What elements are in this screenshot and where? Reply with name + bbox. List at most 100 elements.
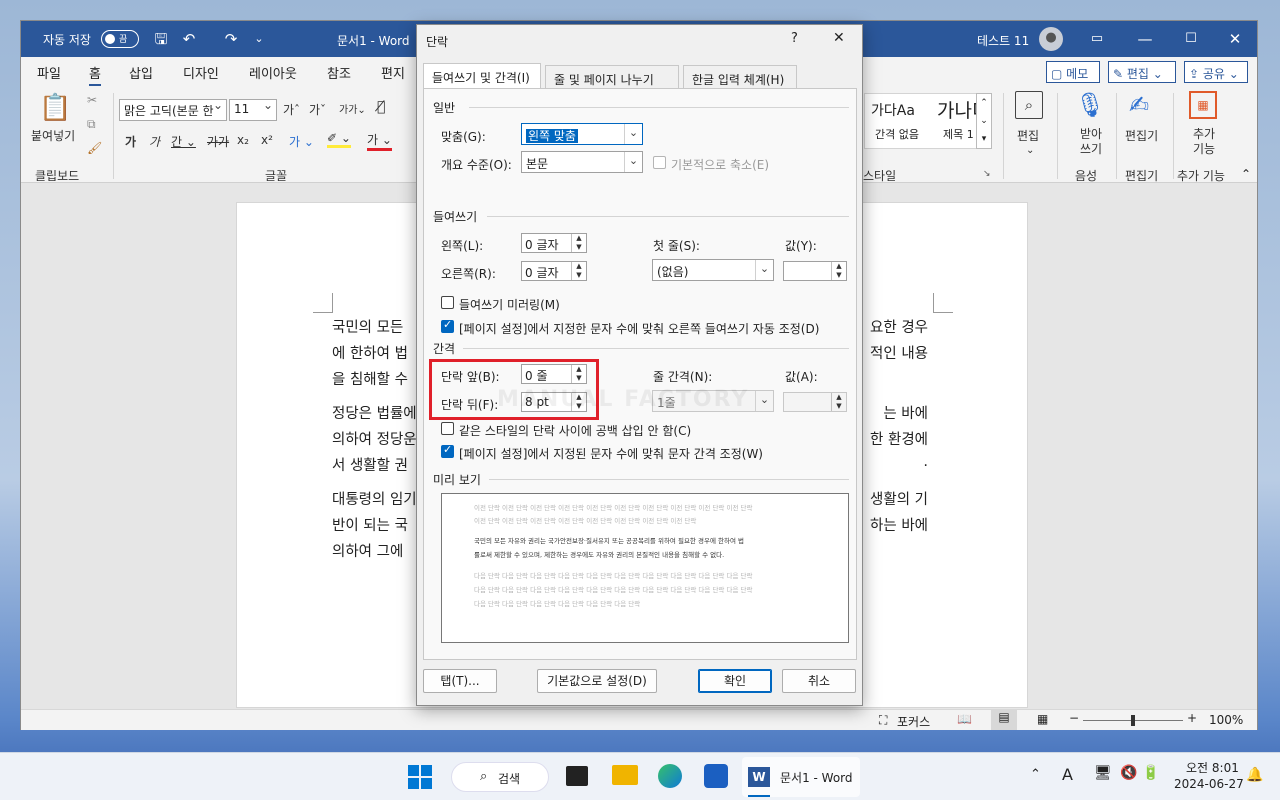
line-spacing-at-spinner[interactable]: ▲ ▼ (783, 392, 847, 412)
ime-icon[interactable]: A (1062, 765, 1073, 784)
start-icon[interactable] (408, 765, 432, 789)
alignment-select[interactable]: 왼쪽 맞춤 ⌄ (521, 123, 643, 145)
shrink-font-icon[interactable]: 가ˇ (309, 101, 326, 118)
minimize-icon[interactable]: — (1135, 29, 1155, 49)
menu-file[interactable]: 파일 (37, 63, 61, 82)
strikethrough-icon[interactable]: 가가 (207, 133, 229, 150)
menu-home[interactable]: 홈 (89, 63, 101, 86)
addins-button[interactable]: 추가 기능 (1189, 127, 1219, 157)
subscript-icon[interactable]: x₂ (237, 133, 249, 147)
paste-button[interactable]: 붙여넣기 (31, 127, 75, 144)
italic-icon[interactable]: 가 (149, 133, 160, 150)
redo-icon[interactable]: ↷ (221, 29, 241, 49)
outline-level-select[interactable]: 본문 ⌄ (521, 151, 643, 173)
snap-to-grid-checkbox[interactable] (441, 443, 454, 458)
undo-icon[interactable]: ↶ (179, 29, 199, 49)
highlight-icon[interactable]: ✐ ⌄ (327, 131, 351, 148)
change-case-icon[interactable]: 가가⌄ (339, 101, 366, 116)
doc-line-left: 의하여 그에 (332, 544, 404, 560)
zoom-out-icon[interactable]: − (1069, 711, 1079, 725)
clock-time[interactable]: 오전 8:01 (1186, 759, 1239, 776)
zoom-in-icon[interactable]: + (1187, 711, 1197, 725)
tab-indents-spacing[interactable]: 들여쓰기 및 간격(I) (423, 63, 541, 89)
styles-launcher-icon[interactable]: ↘ (983, 169, 991, 179)
focus-label[interactable]: 포커스 (897, 713, 930, 730)
menu-design[interactable]: 디자인 (183, 63, 219, 82)
indent-left-spinner[interactable]: 0 글자 ▲ ▼ (521, 233, 587, 253)
indent-by-spinner[interactable]: ▲ ▼ (783, 261, 847, 281)
superscript-icon[interactable]: x² (261, 133, 273, 147)
font-color-icon[interactable]: 가 ⌄ (367, 131, 392, 151)
network-icon[interactable]: 🖥 (1094, 765, 1112, 781)
close-window-icon[interactable]: ✕ (1225, 29, 1245, 49)
help-button[interactable]: ? (791, 31, 798, 46)
set-default-button[interactable]: 기본값으로 설정(D) (537, 669, 657, 693)
cancel-button[interactable]: 취소 (782, 669, 856, 693)
ribbon-display-icon[interactable]: ▭ (1087, 29, 1107, 49)
volume-icon[interactable]: 🔇 (1120, 765, 1137, 781)
styles-scroll[interactable]: ⌃ ⌄ ▾ (976, 93, 992, 149)
format-painter-icon[interactable]: 🖌 (87, 141, 102, 155)
collapse-ribbon-icon[interactable]: ⌃ (1241, 167, 1251, 181)
menu-insert[interactable]: 삽입 (129, 63, 153, 82)
store-icon[interactable] (704, 764, 728, 788)
menu-references[interactable]: 참조 (327, 63, 351, 82)
styles-gallery[interactable]: 가다Aa 간격 없음 가나디 제목 1 (864, 93, 992, 149)
collapsed-default-checkbox[interactable] (653, 156, 666, 169)
maximize-icon[interactable]: ☐ (1181, 29, 1201, 49)
customize-qat-icon[interactable]: ⌄ (249, 29, 269, 49)
dialog-close-button[interactable]: ✕ (833, 30, 845, 46)
taskbar-word[interactable]: W 문서1 - Word (742, 757, 860, 797)
auto-right-indent-checkbox[interactable] (441, 318, 454, 333)
editor-icon[interactable]: ✍ (1129, 91, 1149, 119)
menu-mailings[interactable]: 편지 (381, 63, 405, 82)
menu-layout[interactable]: 레이아웃 (249, 63, 297, 82)
print-layout-icon[interactable]: ▤ (991, 710, 1017, 730)
edge-icon[interactable] (658, 764, 682, 788)
notification-icon[interactable]: 🔔 (1246, 767, 1263, 783)
bold-icon[interactable]: 가 (125, 133, 136, 150)
zoom-slider-thumb[interactable] (1131, 715, 1135, 726)
dictate-button[interactable]: 받아 쓰기 (1073, 127, 1109, 157)
underline-icon[interactable]: 간 ⌄ (171, 133, 196, 150)
file-explorer-icon[interactable] (612, 765, 638, 785)
editor-button[interactable]: 편집기 (1125, 127, 1158, 144)
no-space-same-style-checkbox[interactable] (441, 422, 454, 435)
addins-icon[interactable]: ▦ (1189, 91, 1217, 119)
grow-font-icon[interactable]: 가ˆ (283, 101, 300, 118)
mirror-indents-checkbox[interactable] (441, 296, 454, 309)
find-dropdown-icon[interactable]: ⌄ (1026, 145, 1034, 156)
focus-icon[interactable]: ⛶ (879, 713, 887, 728)
font-name-combo[interactable]: 맑은 고딕(본문 한 (119, 98, 227, 121)
task-view-icon[interactable] (566, 766, 588, 786)
tabs-button[interactable]: 탭(T)... (423, 669, 497, 693)
battery-icon[interactable]: 🔋 (1142, 765, 1159, 781)
find-button[interactable]: 편집 (1017, 127, 1039, 144)
clear-format-icon[interactable]: 가̸ (377, 99, 385, 115)
autosave-toggle[interactable]: 끔 (101, 30, 139, 48)
tray-overflow-icon[interactable]: ⌃ (1030, 767, 1041, 782)
cut-icon[interactable]: ✂ (87, 93, 97, 107)
ok-button[interactable]: 확인 (698, 669, 772, 693)
tab-line-page-breaks[interactable]: 줄 및 페이지 나누기(P) (545, 65, 679, 102)
edit-mode-button[interactable]: ✎ 편집 ⌄ (1108, 61, 1176, 83)
font-size-combo[interactable]: 11 (229, 98, 277, 121)
first-line-select[interactable]: (없음) ⌄ (652, 259, 774, 281)
indent-right-spinner[interactable]: 0 글자 ▲ ▼ (521, 261, 587, 281)
save-icon[interactable]: 🖫 (151, 29, 171, 49)
copy-icon[interactable]: ⧉ (87, 117, 96, 132)
microphone-icon[interactable]: 🎙 (1075, 91, 1105, 119)
web-layout-icon[interactable]: ▦ (1037, 712, 1048, 726)
text-effects-icon[interactable]: 가 ⌄ (289, 133, 314, 150)
read-mode-icon[interactable]: 📖 (957, 712, 972, 726)
clock-date[interactable]: 2024-06-27 (1174, 777, 1244, 791)
share-button[interactable]: ⇪ 공유 ⌄ (1184, 61, 1248, 83)
memo-button[interactable]: ▢ 메모 (1046, 61, 1100, 83)
find-icon[interactable]: ⌕ (1015, 91, 1043, 119)
zoom-level[interactable]: 100% (1209, 713, 1243, 727)
taskbar-search[interactable]: ⌕ 검색 (451, 762, 549, 792)
autosave-label: 자동 저장 (43, 33, 91, 47)
paste-icon[interactable]: 📋 (39, 93, 71, 123)
tab-asian-typography[interactable]: 한글 입력 체계(H) (683, 65, 797, 89)
avatar[interactable]: ● (1039, 27, 1063, 51)
